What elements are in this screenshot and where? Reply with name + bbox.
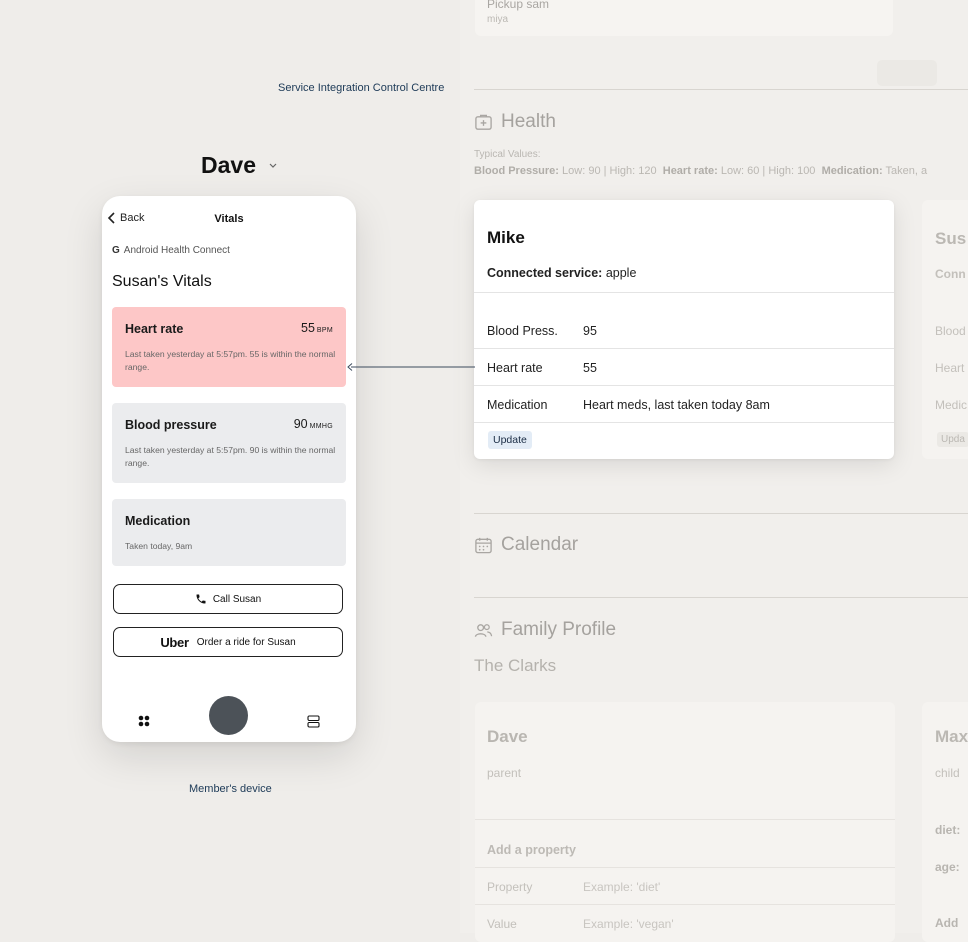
calendar-title: Calendar (501, 534, 579, 555)
vital-unit: MMHG (309, 423, 333, 430)
home-button[interactable] (209, 696, 248, 735)
divider (474, 513, 968, 514)
uber-logo-icon: Uber (160, 634, 189, 650)
typical-hr-value: Low: 60 | High: 100 (720, 165, 816, 177)
divider (475, 904, 895, 905)
property-label: Property (487, 880, 533, 894)
apps-grid-icon[interactable] (138, 715, 150, 727)
family-member-name: Dave (487, 727, 528, 746)
row-label: Medic (935, 398, 968, 412)
control-centre-label: Service Integration Control Centre (278, 82, 445, 94)
typical-med-value: Taken, a (885, 165, 928, 177)
value-label: Value (487, 917, 517, 931)
calendar-icon (475, 537, 492, 553)
connector-arrow (347, 363, 475, 371)
vital-value: 90 MMHG (294, 417, 333, 431)
family-member-role: child (935, 766, 960, 780)
vital-name: Heart rate (125, 322, 184, 336)
order-ride-button[interactable]: Uber Order a ride for Susan (113, 627, 343, 657)
typical-bp-value: Low: 90 | High: 120 (562, 165, 657, 177)
row-value: 95 (583, 324, 597, 338)
pickup-title: Pickup sam (487, 0, 550, 11)
typical-values-label: Typical Values: (474, 149, 541, 160)
row-label: Heart (935, 361, 965, 375)
call-button-label: Call Susan (212, 593, 262, 605)
member-card-name: Sus (935, 229, 967, 248)
vital-note: Last taken yesterday at 5:57pm. 55 is wi… (125, 349, 336, 372)
vital-name: Medication (125, 514, 191, 528)
typical-bp-label: Blood Pressure: (474, 165, 559, 177)
divider (475, 819, 895, 820)
connected-service-value: apple (605, 266, 637, 280)
vital-number: 90 (293, 417, 308, 431)
divider (474, 597, 968, 598)
row-value: Heart meds, last taken today 8am (583, 398, 770, 412)
family-member-card-dave (475, 702, 895, 942)
add-property-heading: Add a property (487, 843, 576, 857)
phone-icon (196, 594, 206, 604)
ride-button-label: Order a ride for Susan (196, 636, 296, 648)
health-source: G Android Health Connect (112, 245, 230, 256)
divider (474, 292, 894, 293)
row-label: Blood Press. (487, 324, 558, 338)
health-title: Health (501, 111, 556, 132)
value-input[interactable]: Example: 'vegan' (583, 917, 674, 931)
typical-hr-label: Heart rate: (662, 165, 718, 177)
row-label: Medication (487, 398, 548, 412)
member-device-label: Member's device (189, 783, 272, 795)
divider (474, 385, 894, 386)
vital-note: Last taken yesterday at 5:57pm. 90 is wi… (125, 445, 336, 468)
call-susan-button[interactable]: Call Susan (113, 584, 343, 614)
medical-kit-icon (475, 114, 492, 130)
calendar-section-title: Calendar (474, 534, 578, 556)
health-source-label: Android Health Connect (123, 245, 230, 256)
vital-name: Blood pressure (125, 418, 217, 432)
vital-value: 55 BPM (301, 321, 333, 335)
property-name: diet: (935, 823, 961, 837)
divider (474, 348, 894, 349)
divider (474, 422, 894, 423)
vitals-heading: Susan's Vitals (112, 273, 212, 290)
update-button[interactable]: Upda (937, 432, 968, 447)
member-vitals-card-mike: Mike Connected service: apple Blood Pres… (474, 200, 894, 459)
faded-button (877, 60, 937, 86)
family-name: The Clarks (474, 656, 557, 675)
add-property-link[interactable]: Add (935, 916, 958, 930)
vital-card-blood-pressure[interactable]: Blood pressure 90 MMHG Last taken yesterd… (112, 403, 346, 483)
update-button[interactable]: Update (488, 431, 532, 449)
health-section-title: Health (474, 111, 556, 133)
connected-service-label: Connected service: (487, 266, 603, 280)
family-member-role: parent (487, 766, 522, 780)
pickup-subtitle: miya (487, 14, 509, 25)
vital-card-medication[interactable]: Medication Taken today, 9am (112, 499, 346, 566)
row-value: 55 (583, 361, 597, 375)
divider (474, 89, 968, 90)
vital-note: Taken today, 9am (125, 541, 193, 551)
users-icon (474, 623, 493, 637)
row-label: Heart rate (487, 361, 543, 375)
property-name: age: (935, 860, 960, 874)
typical-values: Blood Pressure: Low: 90 | High: 120 Hear… (474, 165, 968, 177)
family-member-name: Max (935, 727, 968, 746)
cards-stack-icon[interactable] (307, 715, 320, 728)
typical-med-label: Medication: (821, 165, 883, 177)
row-label: Blood (935, 324, 966, 338)
connected-service: Connected service: apple (487, 266, 636, 280)
connected-service-label: Conn (935, 267, 966, 281)
family-title: Family Profile (501, 619, 617, 640)
vital-unit: BPM (316, 327, 333, 334)
family-section-title: Family Profile (474, 619, 616, 641)
vital-card-heart-rate[interactable]: Heart rate 55 BPM Last taken yesterday at… (112, 307, 346, 387)
google-logo-icon: G (112, 245, 120, 256)
member-card-name: Mike (487, 228, 525, 247)
property-input[interactable]: Example: 'diet' (583, 880, 660, 894)
member-name-dropdown[interactable]: Dave (201, 152, 256, 179)
divider (475, 867, 895, 868)
phone-screen-title: Vitals (214, 213, 244, 225)
vital-number: 55 (301, 321, 315, 335)
phone-mockup: Back Vitals G Android Health Connect Sus… (102, 196, 356, 742)
chevron-down-icon[interactable] (268, 160, 278, 170)
